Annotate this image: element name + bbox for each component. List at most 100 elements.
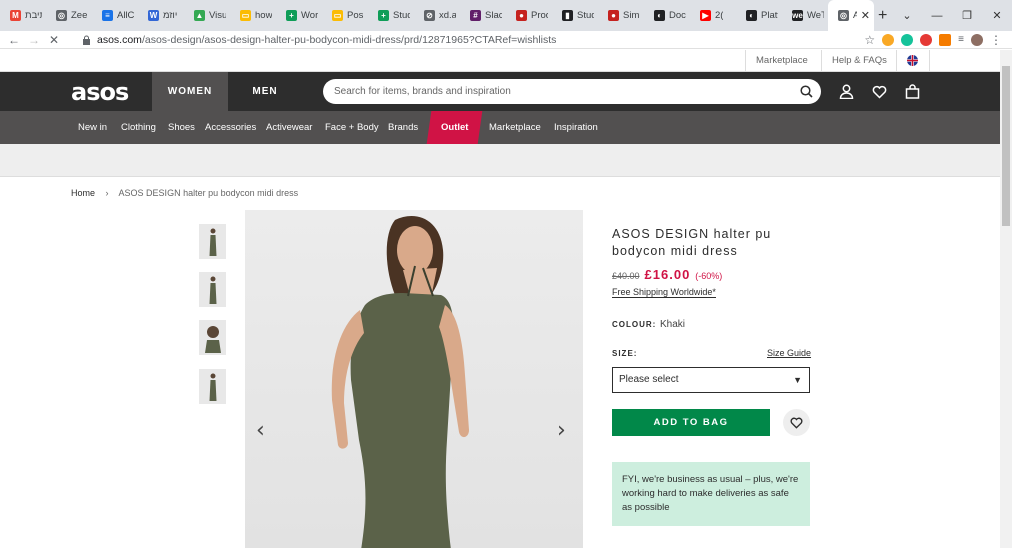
size-select[interactable]: Please select ▼ bbox=[612, 367, 810, 393]
browser-tab[interactable]: ◐ Docu bbox=[644, 0, 690, 31]
browser-tab[interactable]: W יוזמ bbox=[138, 0, 184, 31]
breadcrumb: Home › ASOS DESIGN halter pu bodycon mid… bbox=[71, 188, 298, 198]
tab-title: יוזמ bbox=[163, 10, 178, 21]
size-select-value: Please select bbox=[619, 374, 679, 385]
nav-marketplace[interactable]: Marketplace bbox=[489, 111, 541, 144]
close-tab-icon[interactable]: ✕ bbox=[861, 9, 870, 22]
asos-logo[interactable]: asos bbox=[71, 78, 129, 106]
size-label: SIZE: bbox=[612, 349, 638, 358]
nav-accessories[interactable]: Accessories bbox=[205, 111, 256, 144]
women-tab[interactable]: WOMEN bbox=[152, 72, 228, 111]
size-guide-link[interactable]: Size Guide bbox=[767, 348, 811, 358]
marketplace-link[interactable]: Marketplace bbox=[745, 50, 818, 72]
search-icon[interactable] bbox=[800, 85, 813, 98]
nav-shoes[interactable]: Shoes bbox=[168, 111, 195, 144]
browser-tab[interactable]: we WeTr bbox=[782, 0, 828, 31]
product-thumbnail[interactable] bbox=[199, 224, 226, 259]
tab-title: WeTr bbox=[807, 10, 824, 21]
delivery-notice: FYI, we're business as usual – plus, we'… bbox=[612, 462, 810, 526]
nav-new-in[interactable]: New in bbox=[78, 111, 107, 144]
dress-thumbnail-image bbox=[209, 276, 216, 304]
dress-model-image bbox=[331, 215, 469, 548]
heart-icon[interactable] bbox=[872, 84, 887, 99]
extension-icon[interactable] bbox=[920, 33, 933, 46]
product-title: ASOS DESIGN halter pu bodycon midi dress bbox=[612, 227, 772, 258]
browser-tab[interactable]: ▲ Visua bbox=[184, 0, 230, 31]
product-thumbnail[interactable] bbox=[199, 320, 226, 355]
window-controls: ⌄ — ❐ ✕ bbox=[892, 0, 1012, 31]
breadcrumb-home[interactable]: Home bbox=[71, 188, 95, 198]
browser-tab[interactable]: ⊘ xd.ad bbox=[414, 0, 460, 31]
maximize-icon[interactable]: ❐ bbox=[952, 0, 982, 31]
breadcrumb-separator: › bbox=[105, 188, 109, 198]
close-window-icon[interactable]: ✕ bbox=[982, 0, 1012, 31]
original-price: £40.00 bbox=[612, 271, 640, 281]
browser-tab[interactable]: M תיבת bbox=[0, 0, 46, 31]
uk-flag-icon bbox=[907, 55, 918, 66]
browser-tab[interactable]: ◐ Platf bbox=[736, 0, 782, 31]
product-image bbox=[245, 210, 583, 548]
page-scrollbar[interactable] bbox=[1000, 50, 1012, 548]
browser-tab[interactable]: ● Prod bbox=[506, 0, 552, 31]
price-block: £40.00 £16.00 (-60%) bbox=[612, 267, 722, 282]
search-input[interactable]: Search for items, brands and inspiration bbox=[323, 79, 821, 104]
chevron-left-icon[interactable]: ‹ bbox=[256, 418, 265, 443]
country-selector[interactable] bbox=[896, 50, 930, 72]
url-field[interactable]: asos.com/asos-design/asos-design-halter-… bbox=[82, 34, 556, 46]
nav-clothing[interactable]: Clothing bbox=[121, 111, 156, 144]
browser-tab[interactable]: ▭ how t bbox=[230, 0, 276, 31]
nav-inspiration[interactable]: Inspiration bbox=[554, 111, 598, 144]
browser-tab[interactable]: ▭ Positi bbox=[322, 0, 368, 31]
tab-title: 2( bbox=[715, 10, 724, 21]
back-arrow-icon[interactable]: ← bbox=[4, 33, 24, 47]
grammarly-icon[interactable] bbox=[901, 33, 914, 46]
tab-favicon-icon: ● bbox=[608, 10, 619, 21]
stop-loading-icon[interactable]: ✕ bbox=[44, 33, 64, 47]
tab-favicon-icon: ≡ bbox=[102, 10, 113, 21]
bag-icon[interactable] bbox=[905, 84, 920, 99]
nav-brands[interactable]: Brands bbox=[388, 111, 418, 144]
address-bar: ← → ✕ asos.com/asos-design/asos-design-h… bbox=[0, 31, 1012, 49]
tab-favicon-icon: + bbox=[378, 10, 389, 21]
profile-avatar[interactable] bbox=[971, 33, 983, 46]
tab-favicon-icon: W bbox=[148, 10, 159, 21]
nav-outlet[interactable]: Outlet bbox=[426, 111, 483, 144]
colour-value: Khaki bbox=[660, 319, 686, 330]
product-thumbnail[interactable] bbox=[199, 272, 226, 307]
nav-activewear[interactable]: Activewear bbox=[266, 111, 312, 144]
save-for-later-button[interactable] bbox=[783, 409, 810, 436]
browser-tab[interactable]: + Studi bbox=[368, 0, 414, 31]
extension-icon[interactable] bbox=[882, 33, 895, 46]
tab-favicon-icon: # bbox=[470, 10, 481, 21]
browser-tab[interactable]: ▶ 2( bbox=[690, 0, 736, 31]
add-to-bag-button[interactable]: ADD TO BAG bbox=[612, 409, 770, 436]
tab-favicon-icon: ● bbox=[516, 10, 527, 21]
minimize-icon[interactable]: — bbox=[922, 0, 952, 31]
browser-tab[interactable]: + Work bbox=[276, 0, 322, 31]
tab-title: A bbox=[853, 10, 857, 21]
account-icon[interactable] bbox=[839, 84, 854, 99]
chevron-down-icon[interactable]: ⌄ bbox=[892, 0, 922, 31]
free-shipping-link[interactable]: Free Shipping Worldwide* bbox=[612, 287, 716, 298]
browser-tab[interactable]: ◎ A ✕ bbox=[828, 0, 874, 31]
current-price: £16.00 bbox=[644, 267, 691, 282]
browser-tab[interactable]: ≡ AllCu bbox=[92, 0, 138, 31]
bookmark-star-icon[interactable]: ☆ bbox=[864, 34, 875, 46]
extension-icon[interactable] bbox=[939, 33, 952, 46]
product-thumbnail[interactable] bbox=[199, 369, 226, 404]
tab-title: AllCu bbox=[117, 10, 134, 21]
browser-tab[interactable]: ◎ Zeek bbox=[46, 0, 92, 31]
nav-face-body[interactable]: Face + Body bbox=[325, 111, 379, 144]
browser-tab[interactable]: ▮ Studi bbox=[552, 0, 598, 31]
chevron-right-icon[interactable]: › bbox=[557, 418, 566, 443]
extensions-menu-icon[interactable]: ≡ bbox=[958, 34, 964, 46]
tab-title: Platf bbox=[761, 10, 778, 21]
browser-tab[interactable]: ● Simu bbox=[598, 0, 644, 31]
browser-menu-icon[interactable]: ⋮ bbox=[990, 34, 1002, 46]
browser-tab[interactable]: # Slack bbox=[460, 0, 506, 31]
tab-title: Work bbox=[301, 10, 318, 21]
help-faqs-link[interactable]: Help & FAQs bbox=[821, 50, 897, 72]
scrollbar-thumb[interactable] bbox=[1002, 66, 1010, 226]
men-tab[interactable]: MEN bbox=[228, 72, 302, 111]
forward-arrow-icon[interactable]: → bbox=[24, 33, 44, 47]
